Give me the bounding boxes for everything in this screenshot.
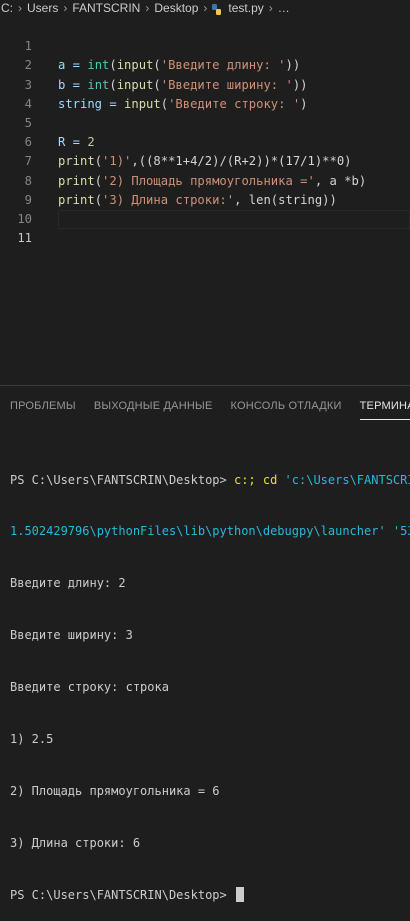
breadcrumb-file[interactable]: test.py (227, 0, 264, 16)
breadcrumb-desktop[interactable]: Desktop (153, 0, 199, 16)
tab-output[interactable]: ВЫХОДНЫЕ ДАННЫЕ (94, 400, 213, 412)
tab-terminal[interactable]: ТЕРМИНАЛ (359, 400, 410, 420)
breadcrumb: C: › Users › FANTSCRIN › Desktop › test.… (0, 0, 410, 16)
tab-problems[interactable]: ПРОБЛЕМЫ (10, 400, 76, 412)
breadcrumb-users[interactable]: Users (26, 0, 59, 16)
code-editor[interactable]: 1 a = int(input('Введите длину: ')) 2 b … (0, 18, 410, 245)
code-line: 6 print('1)',((8**1+4/2)/(R+2))*(17/1)**… (0, 114, 410, 168)
chevron-right-icon: › (268, 1, 273, 15)
breadcrumb-user[interactable]: FANTSCRIN (71, 0, 141, 16)
terminal-line: 1.502429796\pythonFiles\lib\python\debug… (10, 524, 410, 539)
code-line: 3 string = input('Введите строку: ') (0, 56, 410, 111)
terminal-cursor (235, 886, 244, 902)
chevron-right-icon: › (145, 1, 150, 15)
python-file-icon (211, 3, 222, 15)
line-number-active: 11 (17, 231, 32, 246)
terminal-line: 3) Длина строки: 6 (10, 835, 141, 850)
code-line: 10 (0, 191, 410, 226)
chevron-right-icon: › (18, 1, 22, 15)
code-line: 8 print('3) Длина строки:', len(string)) (0, 152, 410, 207)
breadcrumb-more[interactable]: … (277, 0, 291, 16)
code-line: 9 (0, 172, 410, 207)
current-line-highlight (58, 209, 410, 229)
code-line: 7 print('2) Площадь прямоугольника =', a… (0, 133, 410, 187)
terminal-line: 2) Площадь прямоугольника = 6 (10, 783, 220, 798)
breadcrumb-drive[interactable]: C: (0, 0, 14, 16)
terminal-line: 1) 2.5 (10, 732, 54, 747)
code-line: 1 a = int(input('Введите длину: ')) (0, 18, 410, 72)
terminal-line: Введите ширину: 3 (10, 628, 133, 643)
terminal-line: Введите строку: строка (10, 680, 169, 695)
code-line: 4 (0, 76, 410, 111)
terminal-output[interactable]: PS C:\Users\FANTSCRIN\Desktop> c:; cd 'c… (10, 437, 410, 921)
tab-debug-console[interactable]: КОНСОЛЬ ОТЛАДКИ (230, 400, 341, 412)
terminal-prompt-line: PS C:\Users\FANTSCRIN\Desktop> (10, 886, 410, 904)
chevron-right-icon: › (63, 1, 68, 15)
code-line: 5 R = 2 (0, 95, 410, 149)
code-line: 2 b = int(input('Введите ширину: ')) (0, 37, 410, 91)
current-code-line[interactable]: 11 (0, 209, 410, 245)
panel-tabs: ПРОБЛЕМЫ ВЫХОДНЫЕ ДАННЫЕ КОНСОЛЬ ОТЛАДКИ… (0, 386, 410, 426)
terminal-line: Введите длину: 2 (10, 576, 126, 591)
terminal-line: PS C:\Users\FANTSCRIN\Desktop> c:; cd 'c… (10, 472, 410, 487)
chevron-right-icon: › (203, 1, 208, 15)
